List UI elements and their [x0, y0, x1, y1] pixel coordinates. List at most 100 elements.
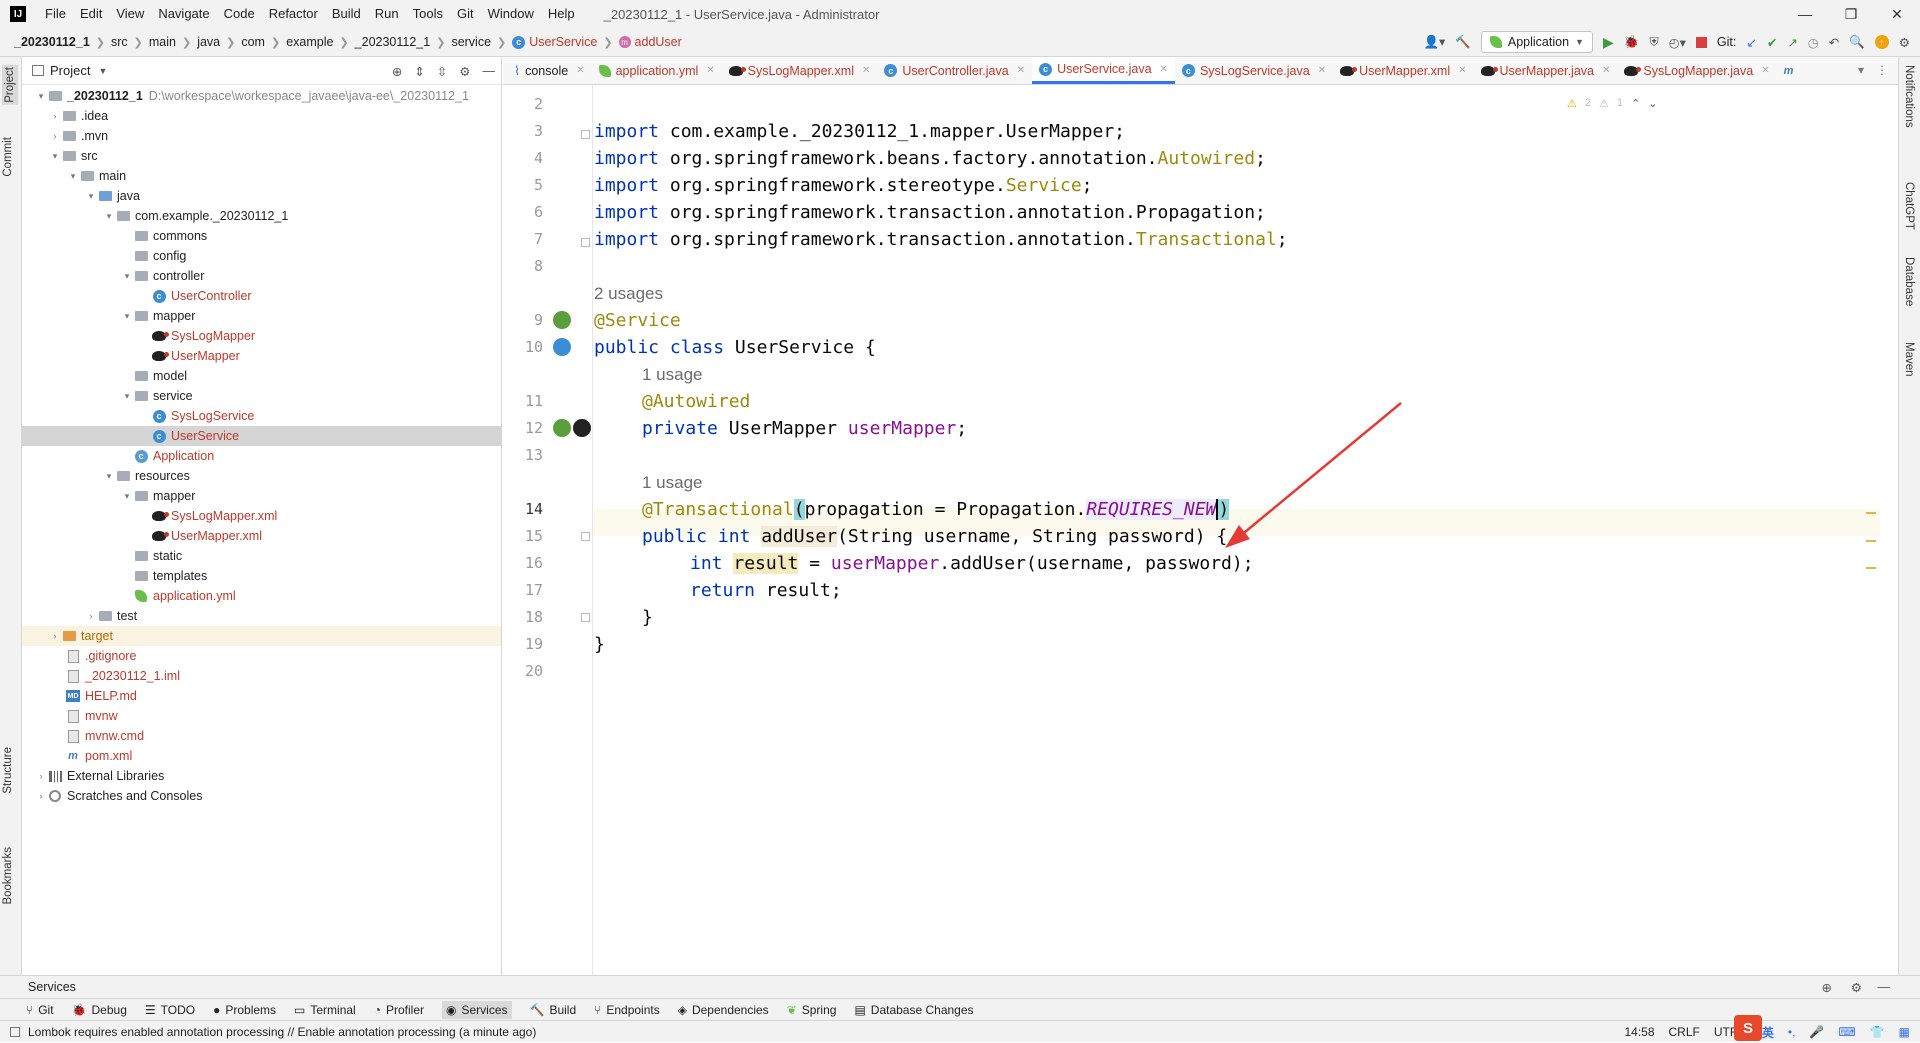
- profile-icon[interactable]: ◴▾: [1669, 35, 1686, 50]
- tool-todo[interactable]: ☰ TODO: [145, 1003, 195, 1017]
- tab-syslogservice-java[interactable]: c SysLogService.java ✕: [1175, 57, 1333, 84]
- tree-node-syslogmapper[interactable]: SysLogMapper: [22, 326, 501, 346]
- fold-icon[interactable]: [581, 238, 590, 247]
- menu-run[interactable]: Run: [368, 0, 406, 28]
- tool-debug[interactable]: 🐞 Debug: [72, 1003, 127, 1017]
- line-number[interactable]: 3: [503, 122, 543, 140]
- menu-code[interactable]: Code: [217, 0, 262, 28]
- tree-node-syslogmapper-xml[interactable]: SysLogMapper.xml: [22, 506, 501, 526]
- line-number[interactable]: 14: [503, 500, 543, 518]
- microphone-icon[interactable]: 🎤: [1809, 1025, 1824, 1039]
- tool-tab-maven[interactable]: Maven: [1903, 342, 1915, 377]
- tree-node-application-yml[interactable]: application.yml: [22, 586, 501, 606]
- tree-node-root[interactable]: ▾ _20230112_1 D:\workespace\workespace_jav…: [22, 86, 501, 106]
- line-number[interactable]: 11: [503, 392, 543, 410]
- line-number[interactable]: 6: [503, 203, 543, 221]
- line-number[interactable]: 4: [503, 149, 543, 167]
- chevron-down-icon[interactable]: ▾: [120, 311, 134, 322]
- tree-node-src[interactable]: ▾ src: [22, 146, 501, 166]
- tab-syslogmapper-java[interactable]: SysLogMapper.java ✕: [1617, 57, 1776, 84]
- breadcrumb-package[interactable]: _20230112_1 ❯: [355, 35, 452, 49]
- tree-node-resources[interactable]: ▾ resources: [22, 466, 501, 486]
- line-number[interactable]: 9: [503, 311, 543, 329]
- git-update-icon[interactable]: ↙: [1746, 35, 1756, 50]
- code-editor[interactable]: import com.example._20230112_1.mapper.Us…: [594, 85, 1880, 975]
- tree-node-external-libraries[interactable]: › External Libraries: [22, 766, 501, 786]
- services-title[interactable]: Services: [28, 980, 76, 994]
- tree-node-main[interactable]: ▾ main: [22, 166, 501, 186]
- tree-node-userservice[interactable]: c UserService: [22, 426, 501, 446]
- fold-icon[interactable]: [581, 130, 590, 139]
- tree-node-usercontroller[interactable]: c UserController: [22, 286, 501, 306]
- locate-icon[interactable]: ⊕: [392, 64, 402, 79]
- ime-menu-icon[interactable]: ▦: [1899, 1025, 1910, 1039]
- tree-node-service[interactable]: ▾ service: [22, 386, 501, 406]
- breadcrumb-src[interactable]: src ❯: [111, 35, 149, 49]
- line-number[interactable]: 10: [503, 338, 543, 356]
- chevron-down-icon[interactable]: ▾: [120, 271, 134, 282]
- minimize-button[interactable]: —: [1782, 0, 1828, 28]
- breadcrumb-service[interactable]: service ❯: [451, 35, 512, 49]
- menu-edit[interactable]: Edit: [73, 0, 109, 28]
- tree-node-gitignore[interactable]: .gitignore: [22, 646, 501, 666]
- line-number[interactable]: 15: [503, 527, 543, 545]
- chevron-right-icon[interactable]: ›: [48, 631, 62, 641]
- tree-node-usermapper-xml[interactable]: UserMapper.xml: [22, 526, 501, 546]
- maximize-button[interactable]: ❐: [1828, 0, 1874, 28]
- tool-build[interactable]: 🔨 Build: [530, 1003, 577, 1017]
- fold-icon[interactable]: [581, 613, 590, 622]
- tool-profiler[interactable]: ◔ Profiler: [374, 1003, 424, 1017]
- tree-node-mvn[interactable]: › .mvn: [22, 126, 501, 146]
- ime-punctuation-icon[interactable]: •,: [1788, 1025, 1796, 1039]
- tool-tab-chatgpt[interactable]: ChatGPT: [1903, 182, 1915, 230]
- chevron-down-icon[interactable]: ▾: [120, 391, 134, 402]
- mybatis-gutter-icon[interactable]: [573, 419, 591, 437]
- menu-refactor[interactable]: Refactor: [262, 0, 325, 28]
- chevron-right-icon[interactable]: ›: [48, 111, 62, 121]
- breadcrumb-java[interactable]: java ❯: [197, 35, 241, 49]
- tree-node-config[interactable]: config: [22, 246, 501, 266]
- tree-node-application[interactable]: c Application: [22, 446, 501, 466]
- menu-navigate[interactable]: Navigate: [151, 0, 216, 28]
- tree-node-scratches[interactable]: › Scratches and Consoles: [22, 786, 501, 806]
- breadcrumb-com[interactable]: com ❯: [241, 35, 286, 49]
- tree-node-iml[interactable]: _20230112_1.iml: [22, 666, 501, 686]
- update-icon[interactable]: ↑: [1874, 35, 1889, 49]
- tree-node-mvnw-cmd[interactable]: mvnw.cmd: [22, 726, 501, 746]
- tool-tab-database[interactable]: Database: [1903, 257, 1915, 306]
- hide-icon[interactable]: —: [483, 64, 496, 78]
- more-icon[interactable]: ⋮: [1876, 63, 1888, 77]
- tree-node-target[interactable]: › target: [22, 626, 501, 646]
- keyboard-icon[interactable]: ⌨: [1838, 1025, 1855, 1039]
- tool-terminal[interactable]: ▭ Terminal: [294, 1003, 356, 1017]
- spring-bean-gutter-icon[interactable]: [553, 338, 571, 356]
- breadcrumb-project[interactable]: _20230112_1 ❯: [14, 35, 111, 49]
- rollback-icon[interactable]: ↶: [1829, 35, 1839, 50]
- chevron-down-icon[interactable]: ▾: [48, 151, 62, 162]
- chevron-right-icon[interactable]: ›: [84, 611, 98, 621]
- tool-problems[interactable]: ● Problems: [213, 1003, 276, 1017]
- close-icon[interactable]: ✕: [1602, 65, 1610, 76]
- line-number[interactable]: 5: [503, 176, 543, 194]
- tool-endpoints[interactable]: ⑂ Endpoints: [594, 1003, 660, 1017]
- line-number[interactable]: 19: [503, 635, 543, 653]
- line-number[interactable]: 18: [503, 608, 543, 626]
- tool-tab-notifications[interactable]: Notifications: [1903, 65, 1915, 128]
- line-number[interactable]: 8: [503, 257, 543, 275]
- menu-help[interactable]: Help: [541, 0, 582, 28]
- menu-view[interactable]: View: [109, 0, 151, 28]
- stop-icon[interactable]: [1695, 36, 1707, 48]
- close-icon[interactable]: ✕: [1458, 65, 1466, 76]
- chevron-down-icon[interactable]: ▾: [102, 471, 116, 482]
- ime-logo-icon[interactable]: S: [1734, 1015, 1762, 1041]
- tab-overflow[interactable]: m: [1777, 57, 1801, 84]
- chevron-down-icon[interactable]: ▾: [66, 171, 80, 182]
- tool-database-changes[interactable]: ▤ Database Changes: [854, 1003, 973, 1017]
- close-icon[interactable]: ✕: [576, 65, 584, 76]
- add-service-icon[interactable]: ⊕: [1822, 980, 1832, 995]
- chevron-right-icon[interactable]: ›: [34, 771, 48, 781]
- debug-icon[interactable]: 🐞: [1624, 35, 1640, 50]
- expand-all-icon[interactable]: ⇕: [414, 64, 424, 79]
- close-icon[interactable]: ✕: [1761, 65, 1769, 76]
- error-stripe-marker[interactable]: [1866, 512, 1876, 514]
